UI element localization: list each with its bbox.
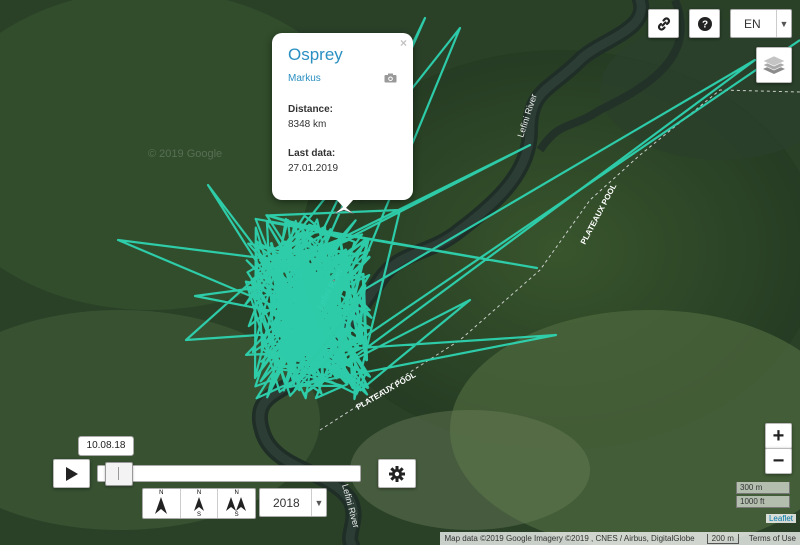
help-button[interactable]: ? [689, 9, 720, 38]
language-value: EN [744, 16, 761, 31]
arrow-double-icon [226, 497, 247, 511]
year-select[interactable]: 2018 ▼ [259, 488, 327, 517]
camera-icon[interactable] [384, 73, 397, 83]
chevron-down-icon: ▼ [776, 10, 791, 37]
compass-north-south-button[interactable]: N S [181, 489, 219, 518]
map-attribution: Map data ©2019 Google Imagery ©2019 , CN… [440, 532, 800, 545]
link-icon [657, 16, 670, 31]
popup-species: Osprey [288, 45, 343, 64]
scale-imperial: 1000 ft [736, 496, 790, 508]
distance-label: Distance: [288, 104, 334, 115]
layers-icon [762, 55, 786, 74]
popup-close-button[interactable]: × [400, 36, 407, 50]
attribution-text: Map data ©2019 Google Imagery ©2019 , CN… [444, 534, 695, 543]
timeline-date-tooltip: 10.08.18 [78, 436, 134, 456]
help-icon: ? [697, 16, 712, 31]
leaflet-link[interactable]: Leaflet [765, 514, 796, 523]
zoom-out-button[interactable]: − [765, 448, 792, 474]
attribution-scale: 200 m [706, 533, 739, 544]
compass-mode-group: N N S N S [142, 488, 256, 519]
last-data-value: 27.01.2019 [288, 163, 339, 174]
track-core [268, 238, 371, 392]
compass-north-button[interactable]: N [143, 489, 181, 518]
gear-icon [389, 465, 405, 482]
chevron-down-icon: ▼ [311, 489, 326, 516]
map-watermark: © 2019 Google [148, 148, 222, 160]
arrow-north-icon [155, 497, 167, 514]
settings-button[interactable] [378, 459, 416, 488]
language-select[interactable]: EN ▼ [730, 9, 792, 38]
svg-text:?: ? [701, 19, 707, 30]
popup-bird-name[interactable]: Markus [288, 73, 397, 84]
share-link-button[interactable] [648, 9, 679, 38]
play-button[interactable] [53, 459, 90, 488]
zoom-in-button[interactable]: + [765, 423, 792, 449]
terms-link[interactable]: Terms of Use [749, 534, 796, 543]
layers-button[interactable] [756, 47, 792, 83]
compass-double-button[interactable]: N S [218, 489, 255, 518]
arrow-north-south-icon [193, 497, 204, 511]
distance-value: 8348 km [288, 119, 327, 130]
bird-info-popup: × Osprey Markus Distance: 8348 km Last d… [272, 33, 413, 209]
year-value: 2018 [273, 495, 300, 510]
last-data-label: Last data: [288, 148, 336, 159]
play-icon [65, 466, 78, 481]
timeline-track[interactable] [97, 462, 361, 486]
timeline-slider-handle[interactable] [105, 462, 133, 486]
scale-metric: 300 m [736, 482, 790, 494]
